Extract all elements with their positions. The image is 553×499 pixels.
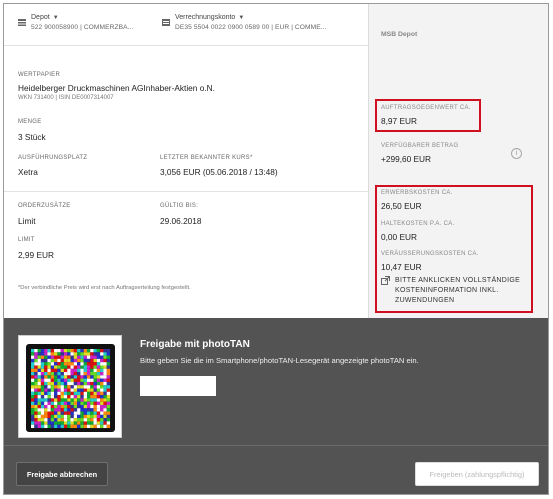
order-add-value: Limit [18, 216, 36, 226]
clearing-label: Verrechnungskonto [175, 14, 236, 21]
price-footnote: *Der verbindliche Preis wird erst nach A… [18, 285, 191, 291]
info-icon[interactable]: i [511, 148, 522, 159]
account-header: Depot ▼ 522 900058900 | COMMERZBA... Verr… [4, 4, 368, 46]
cost-info-link-text: BITTE ANKLICKEN VOLLSTÄNDIGE KOSTENINFOR… [395, 277, 521, 304]
security-name: Heidelberger Druckmaschinen AGInhaber-Ak… [18, 83, 215, 93]
valid-until-label: GÜLTIG BIS: [160, 203, 199, 209]
depot-label-row: Depot ▼ [31, 14, 59, 21]
clearing-label-row: Verrechnungskonto ▼ [175, 14, 244, 21]
phototan-mosaic [31, 349, 111, 429]
clearing-number: DE35 5504 0022 0900 0589 00 | EUR | COMM… [175, 24, 327, 31]
holding-value: 0,00 EUR [381, 232, 417, 242]
quantity-label: MENGE [18, 119, 42, 125]
valid-until-value: 29.06.2018 [160, 216, 202, 226]
order-value: 8,97 EUR [381, 116, 417, 126]
chevron-down-icon: ▼ [52, 15, 59, 21]
acquisition-value: 26,50 EUR [381, 201, 422, 211]
limit-label: LIMIT [18, 237, 35, 243]
phototan-code [26, 344, 115, 432]
phototan-card [18, 335, 122, 438]
limit-value: 2,99 EUR [18, 250, 54, 260]
chevron-down-icon: ▼ [238, 15, 245, 21]
order-details: Depot ▼ 522 900058900 | COMMERZBA... Verr… [4, 4, 368, 318]
depot-number: 522 900058900 | COMMERZBA... [31, 24, 134, 31]
available-value: +299,60 EUR [381, 154, 432, 164]
external-link-icon [381, 276, 390, 285]
cost-sidebar: MSB Depot AUFTRAGSGEGENWERT CA. 8,97 EUR… [368, 4, 548, 318]
security-label: WERTPAPIER [18, 72, 61, 78]
order-add-label: ORDERZUSÄTZE [18, 203, 71, 209]
cost-info-link[interactable]: BITTE ANKLICKEN VOLLSTÄNDIGE KOSTENINFOR… [381, 276, 541, 306]
last-price-value: 3,056 EUR (05.06.2018 / 13:48) [160, 167, 278, 177]
phototan-description: Bitte geben Sie die im Smartphone/photoT… [140, 356, 419, 365]
sale-value: 10,47 EUR [381, 262, 422, 272]
divider [4, 191, 368, 192]
depot-icon [18, 19, 26, 26]
phototan-title: Freigabe mit photoTAN [140, 339, 250, 350]
cancel-release-button[interactable]: Freigabe abbrechen [16, 462, 108, 486]
order-value-label: AUFTRAGSGEGENWERT CA. [381, 105, 471, 111]
holding-label: HALTEKOSTEN P.A. CA. [381, 221, 455, 227]
last-price-label: LETZTER BEKANNTER KURS* [160, 155, 253, 161]
available-label: VERFÜGBARER BETRAG [381, 143, 459, 149]
venue-label: AUSFÜHRUNGSPLATZ [18, 155, 88, 161]
sidebar-title: MSB Depot [381, 31, 418, 38]
account-icon [162, 19, 170, 26]
venue-value: Xetra [18, 167, 38, 177]
depot-label: Depot [31, 14, 50, 21]
release-button[interactable]: Freigeben (zahlungspflichtig) [415, 462, 539, 486]
sale-label: VERÄUSSERUNGSKOSTEN CA. [381, 251, 479, 257]
panel-divider [4, 445, 548, 446]
security-ids: WKN 731400 | ISIN DE0007314007 [18, 95, 114, 101]
phototan-panel: Freigabe mit photoTAN Bitte geben Sie di… [4, 318, 548, 494]
order-confirmation: Depot ▼ 522 900058900 | COMMERZBA... Verr… [3, 3, 549, 495]
phototan-input[interactable] [140, 376, 216, 396]
acquisition-label: ERWERBSKOSTEN CA. [381, 190, 453, 196]
quantity-value: 3 Stück [18, 132, 46, 142]
